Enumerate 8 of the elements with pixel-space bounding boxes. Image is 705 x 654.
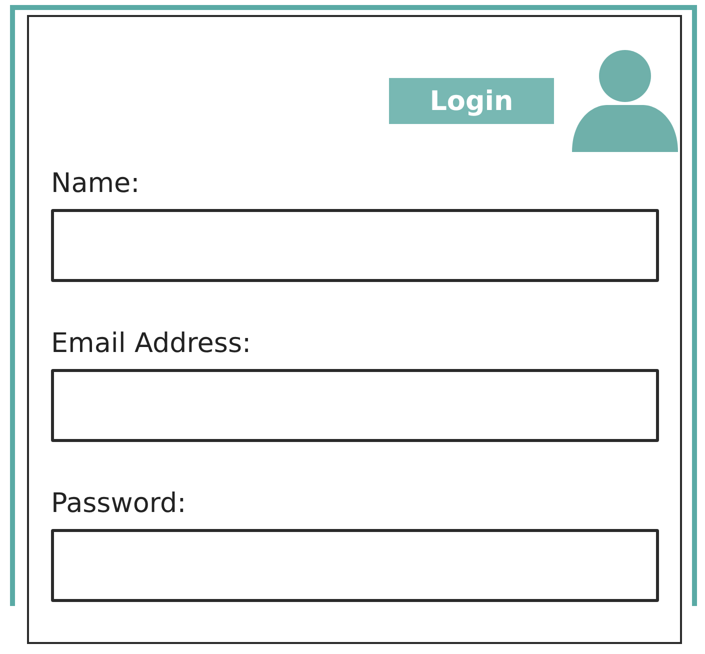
user-avatar-icon bbox=[572, 50, 678, 152]
input-field[interactable] bbox=[51, 369, 659, 442]
login-button[interactable]: Login bbox=[389, 78, 554, 124]
input-field[interactable] bbox=[51, 209, 659, 282]
field-label: Email Address: bbox=[51, 328, 252, 359]
field-label: Password: bbox=[51, 488, 188, 519]
input-field[interactable] bbox=[51, 529, 659, 602]
field-label: Name: bbox=[51, 168, 141, 199]
